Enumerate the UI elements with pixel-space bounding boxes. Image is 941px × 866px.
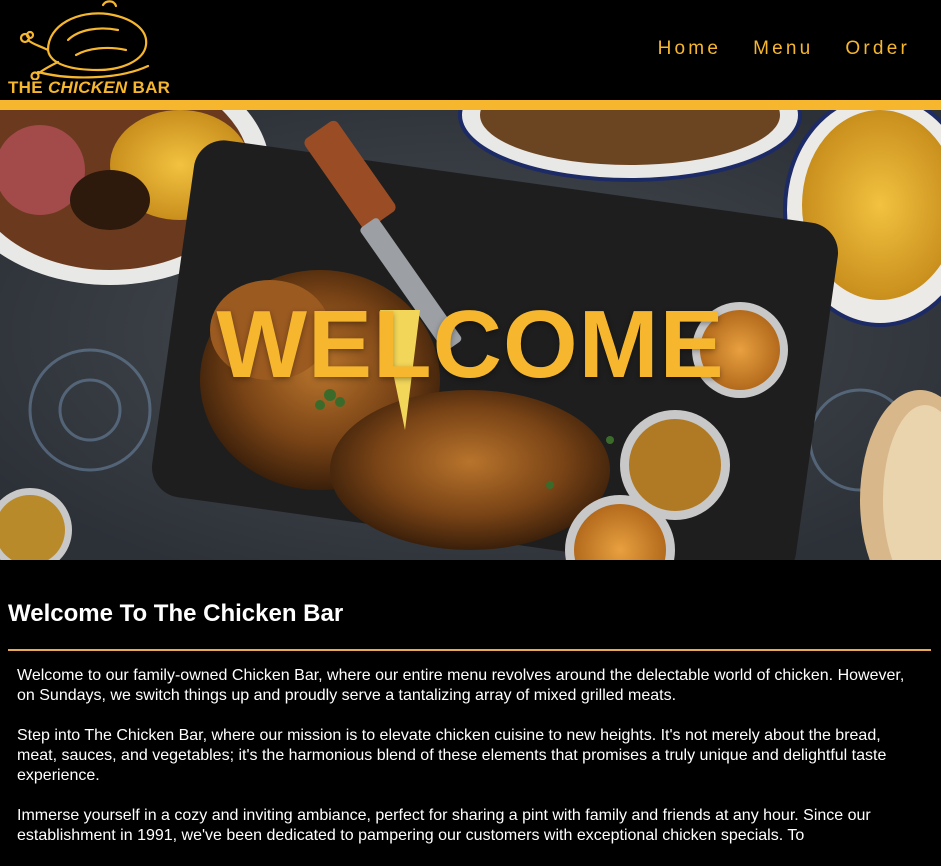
main-nav: Home Menu Order: [658, 38, 910, 60]
header-accent-bar: [0, 100, 941, 110]
nav-menu-link[interactable]: Menu: [753, 38, 813, 60]
nav-home-link[interactable]: Home: [658, 38, 721, 60]
logo-text: THE CHICKEN BAR: [8, 78, 171, 97]
site-header: THE CHICKEN BAR Home Menu Order: [0, 0, 941, 100]
intro-paragraph: Welcome to our family-owned Chicken Bar,…: [17, 667, 905, 704]
intro-paragraph: Immerse yourself in a cozy and inviting …: [17, 807, 871, 844]
intro-text: Welcome to our family-owned Chicken Bar,…: [17, 666, 917, 866]
nav-order-link[interactable]: Order: [845, 38, 910, 60]
hero-banner: WELCOME: [0, 110, 941, 560]
title-divider: [8, 649, 931, 651]
site-logo[interactable]: THE CHICKEN BAR: [6, 0, 176, 100]
page-title: Welcome To The Chicken Bar: [8, 600, 344, 627]
chicken-logo-icon: [19, 0, 150, 80]
hero-title: WELCOME: [216, 291, 725, 398]
intro-paragraph: Step into The Chicken Bar, where our mis…: [17, 727, 887, 784]
main-content: Welcome To The Chicken Bar Welcome to ou…: [0, 560, 941, 850]
